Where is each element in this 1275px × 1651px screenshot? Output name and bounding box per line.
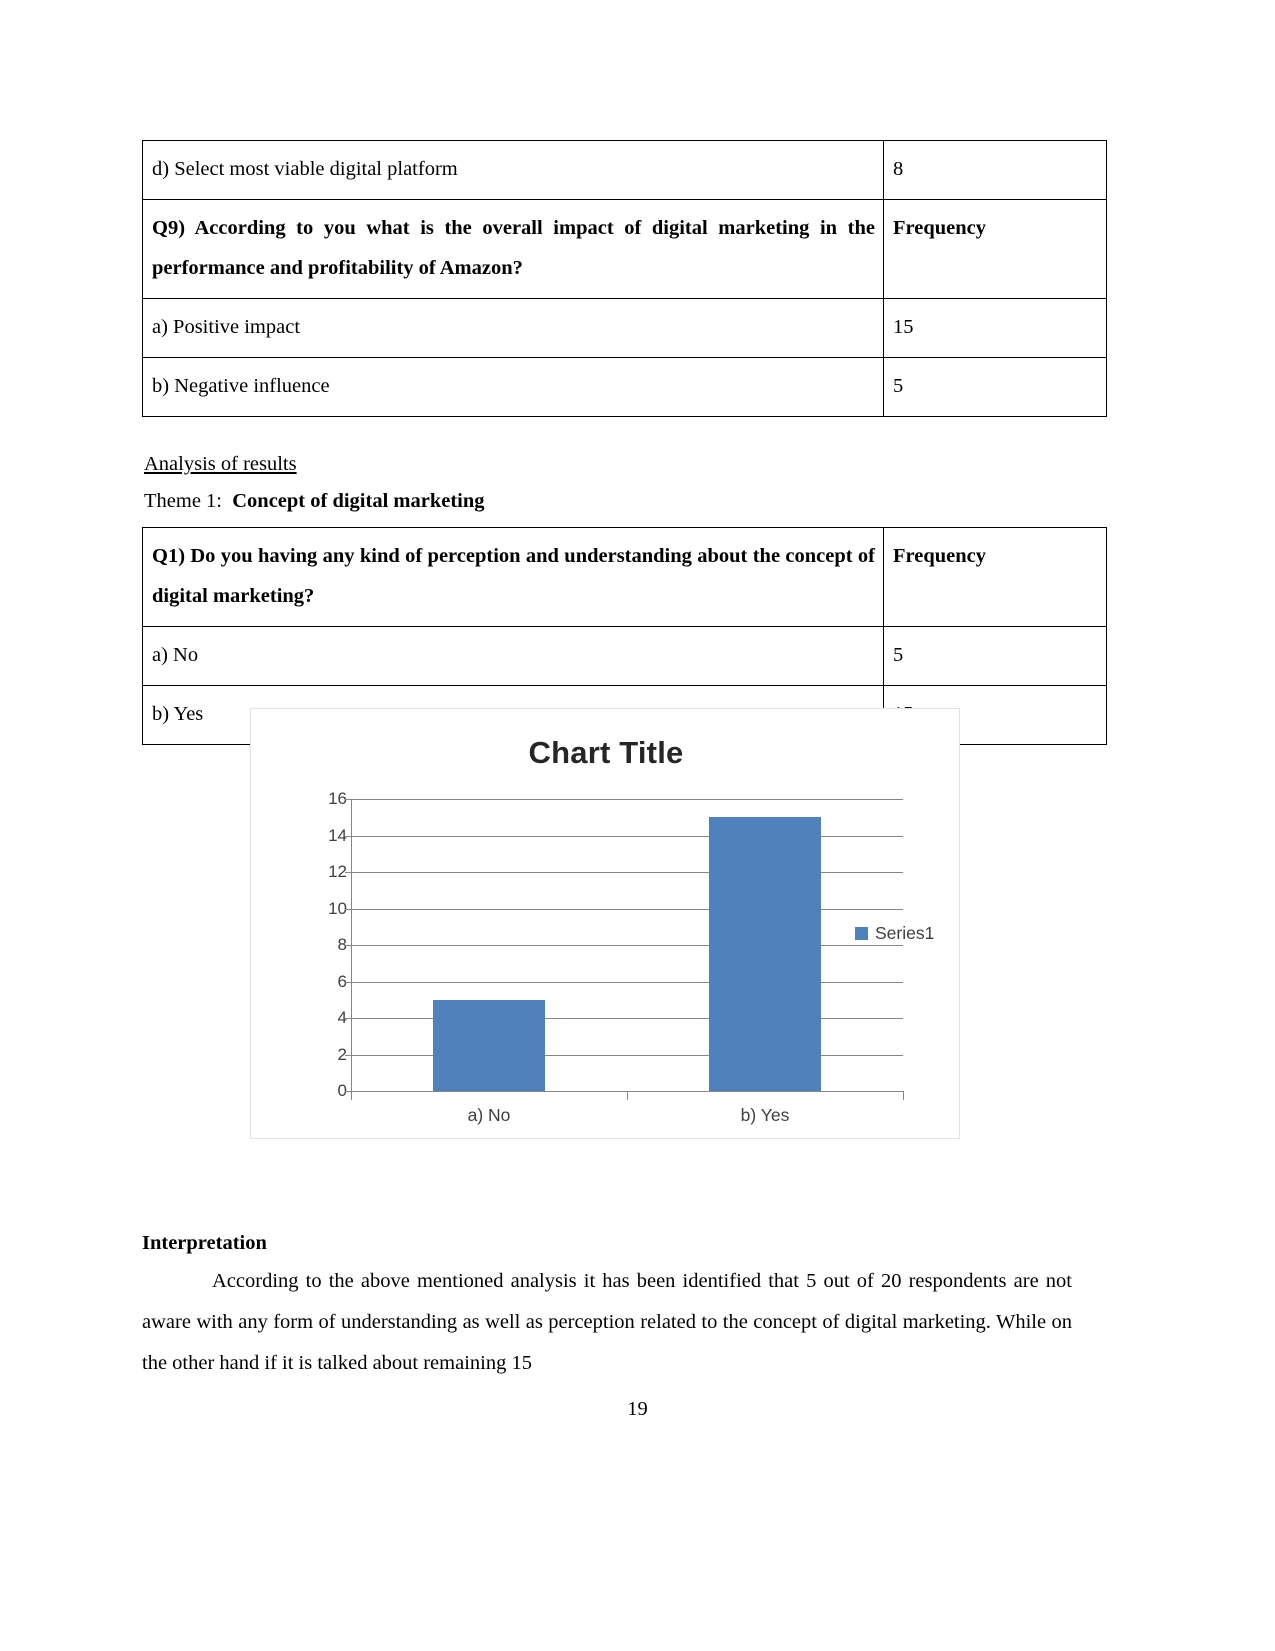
theme-label: Theme 1:: [144, 489, 222, 512]
table-cell-question: d) Select most viable digital platform: [142, 140, 884, 200]
chart-y-tick-mark: [345, 1018, 351, 1019]
table-row: a) Positive impact 15: [142, 297, 1107, 358]
document-page: d) Select most viable digital platform 8…: [0, 0, 1275, 1651]
chart-x-tick-label: a) No: [467, 1105, 511, 1125]
chart-y-tick-label: 16: [328, 789, 347, 808]
chart-x-tick-label: b) Yes: [740, 1105, 790, 1125]
chart-y-tick-mark: [345, 799, 351, 800]
table-row: Q9) According to you what is the overall…: [142, 198, 1107, 299]
page-number: 19: [627, 1398, 648, 1420]
table-cell-frequency: 5: [883, 356, 1107, 417]
chart-x-tick-mark: [351, 1091, 352, 1100]
interpretation-heading: Interpretation: [142, 1232, 267, 1254]
table-cell-frequency: 5: [883, 625, 1107, 686]
chart-x-tick-mark: [903, 1091, 904, 1100]
chart-y-tick-label: 12: [328, 862, 347, 881]
chart-y-tick-label: 14: [328, 825, 347, 845]
chart-y-tick-label: 2: [337, 1044, 347, 1064]
chart-y-tick-mark: [345, 908, 351, 910]
q9-frequency-table: d) Select most viable digital platform 8…: [142, 140, 1107, 417]
interpretation-section: Interpretation According to the above me…: [142, 1232, 1072, 1384]
table-row: a) No 5: [142, 625, 1107, 686]
chart-y-tick-mark: [345, 1091, 351, 1092]
question-text: Q1) Do you having any kind of perception…: [152, 544, 875, 607]
embedded-bar-chart[interactable]: Chart Title a) No b) Yes 0 2 4 6 8 10 12 14 16 Se…: [250, 708, 960, 1139]
theme-value: Concept of digital marketing: [232, 489, 485, 512]
table-cell-question: Q9) According to you what is the overall…: [142, 198, 884, 299]
chart-y-tick-mark: [345, 872, 351, 873]
table-cell-frequency: Frequency: [883, 198, 1107, 299]
chart-y-tick-mark: [345, 981, 351, 983]
table-cell-question: b) Negative influence: [142, 356, 884, 417]
table-cell-question: Q1) Do you having any kind of perception…: [142, 526, 884, 627]
chart-y-tick-mark: [345, 835, 351, 837]
document-content: d) Select most viable digital platform 8…: [142, 140, 1107, 745]
legend-label: Series1: [875, 923, 935, 943]
table-row: d) Select most viable digital platform 8: [142, 140, 1107, 200]
table-cell-question: a) Positive impact: [142, 297, 884, 358]
chart-y-tick-label: 4: [337, 1008, 347, 1027]
table-cell-question: a) No: [142, 625, 884, 686]
question-text: Q9) According to you what is the overall…: [152, 216, 875, 279]
chart-y-tick-label: 6: [337, 971, 347, 991]
table-row: b) Negative influence 5: [142, 356, 1107, 417]
chart-bar[interactable]: [433, 999, 545, 1091]
table-cell-frequency: 15: [883, 297, 1107, 358]
table-row: Q1) Do you having any kind of perception…: [142, 526, 1107, 627]
legend-swatch-icon: [855, 927, 868, 940]
chart-title: Chart Title: [528, 735, 684, 770]
chart-y-tick-label: 10: [328, 898, 347, 918]
chart-plot-area: a) No b) Yes 0 2 4 6 8 10 12 14 16: [303, 789, 904, 1125]
analysis-of-results-heading: Analysis of results: [144, 453, 1072, 476]
chart-x-tick-mark: [627, 1091, 628, 1100]
table-cell-frequency: 8: [883, 140, 1107, 200]
table-cell-frequency: Frequency: [883, 526, 1107, 627]
theme-heading: Theme 1: Concept of digital marketing: [144, 490, 1072, 513]
chart-y-tick-mark: [345, 945, 351, 946]
chart-y-tick-label: 0: [337, 1081, 347, 1100]
analysis-heading-text: Analysis of results: [144, 452, 297, 475]
chart-bars-layer: [351, 799, 903, 1091]
interpretation-paragraph: According to the above mentioned analysi…: [142, 1270, 1072, 1374]
chart-bar[interactable]: [709, 817, 821, 1091]
chart-legend[interactable]: Series1: [855, 923, 934, 944]
chart-y-tick-mark: [345, 1054, 351, 1056]
chart-y-tick-label: 8: [337, 935, 347, 954]
